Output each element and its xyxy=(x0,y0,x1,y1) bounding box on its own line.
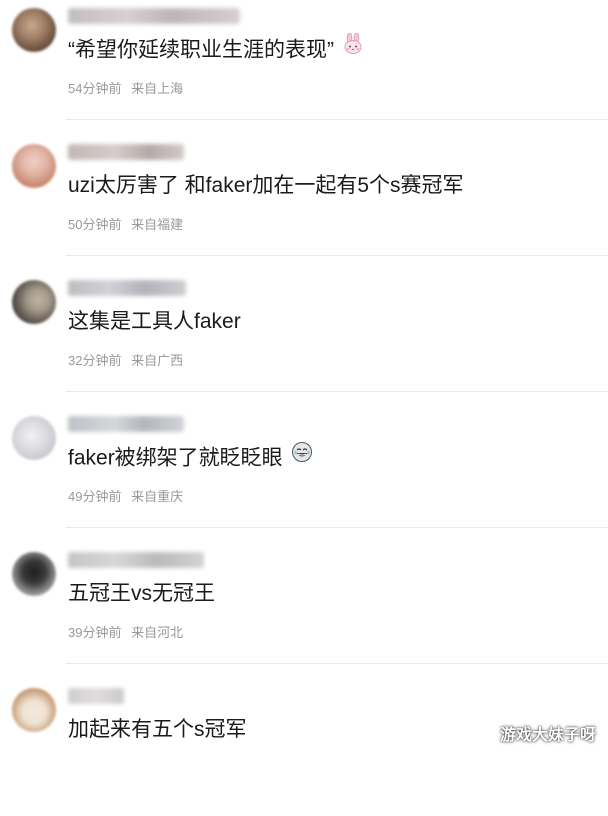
username-blurred[interactable] xyxy=(68,688,124,704)
divider xyxy=(66,663,608,664)
comment-text-content: 加起来有五个s冠军 xyxy=(68,718,247,741)
comment-meta: 49分钟前 来自重庆 xyxy=(68,488,183,506)
comment-meta: 54分钟前 来自上海 xyxy=(68,80,183,98)
comment-item[interactable]: 加起来有五个s冠军 xyxy=(0,680,608,816)
comment-text: uzi太厉害了 和faker加在一起有5个s赛冠军 xyxy=(68,172,464,200)
comment-meta: 50分钟前 来自福建 xyxy=(68,216,183,234)
user-avatar[interactable] xyxy=(12,280,56,324)
user-avatar[interactable] xyxy=(12,552,56,596)
comment-item[interactable]: uzi太厉害了 和faker加在一起有5个s赛冠军 50分钟前 来自福建 xyxy=(0,136,608,272)
user-avatar[interactable] xyxy=(12,416,56,460)
comment-time: 49分钟前 xyxy=(68,489,122,504)
username-blurred[interactable] xyxy=(68,8,240,24)
user-avatar[interactable] xyxy=(12,144,56,188)
comment-item[interactable]: faker被绑架了就眨眨眼 49分钟前 来自重庆 xyxy=(0,408,608,544)
comment-meta: 39分钟前 来自河北 xyxy=(68,624,183,642)
comment-time: 39分钟前 xyxy=(68,625,122,640)
comment-meta: 32分钟前 来自广西 xyxy=(68,352,183,370)
username-blurred[interactable] xyxy=(68,552,204,568)
watermark: 游戏大妹子呀 xyxy=(499,727,596,744)
divider xyxy=(66,391,608,392)
comment-text-content: uzi太厉害了 和faker加在一起有5个s赛冠军 xyxy=(68,174,464,197)
divider xyxy=(66,119,608,120)
comment-text-content: 五冠王vs无冠王 xyxy=(68,582,215,605)
comment-time: 50分钟前 xyxy=(68,217,122,232)
comment-text: 五冠王vs无冠王 xyxy=(68,580,215,608)
comment-item[interactable]: “希望你延续职业生涯的表现” 54分钟前 来自上海 xyxy=(0,0,608,136)
comment-time: 54分钟前 xyxy=(68,81,122,96)
comment-location: 来自福建 xyxy=(131,217,184,232)
comment-location: 来自河北 xyxy=(131,625,184,640)
username-blurred[interactable] xyxy=(68,416,184,432)
comment-text-content: “希望你延续职业生涯的表现” xyxy=(68,38,334,62)
username-blurred[interactable] xyxy=(68,144,184,160)
user-avatar[interactable] xyxy=(12,8,56,52)
comment-text: 加起来有五个s冠军 xyxy=(68,716,247,744)
comment-list: “希望你延续职业生涯的表现” 54分钟前 来自上海 uzi太厉害了 和faker… xyxy=(0,0,608,753)
divider xyxy=(66,527,608,528)
comment-item[interactable]: 这集是工具人faker 32分钟前 来自广西 xyxy=(0,272,608,408)
comment-item[interactable]: 五冠王vs无冠王 39分钟前 来自河北 xyxy=(0,544,608,680)
comment-text-content: faker被绑架了就眨眨眼 xyxy=(68,446,283,470)
laughing-tears-emoji-icon xyxy=(291,441,313,471)
username-blurred[interactable] xyxy=(68,280,186,296)
user-avatar[interactable] xyxy=(12,688,56,732)
divider xyxy=(66,255,608,256)
comment-text-content: 这集是工具人faker xyxy=(68,310,241,333)
comment-text: 这集是工具人faker xyxy=(68,308,241,336)
comment-location: 来自上海 xyxy=(131,81,184,96)
comment-location: 来自广西 xyxy=(131,353,184,368)
comment-text: faker被绑架了就眨眨眼 xyxy=(68,441,313,474)
bunny-emoji-icon xyxy=(342,32,364,63)
comment-time: 32分钟前 xyxy=(68,353,122,368)
comment-location: 来自重庆 xyxy=(131,489,184,504)
comment-text: “希望你延续职业生涯的表现” xyxy=(68,32,364,66)
